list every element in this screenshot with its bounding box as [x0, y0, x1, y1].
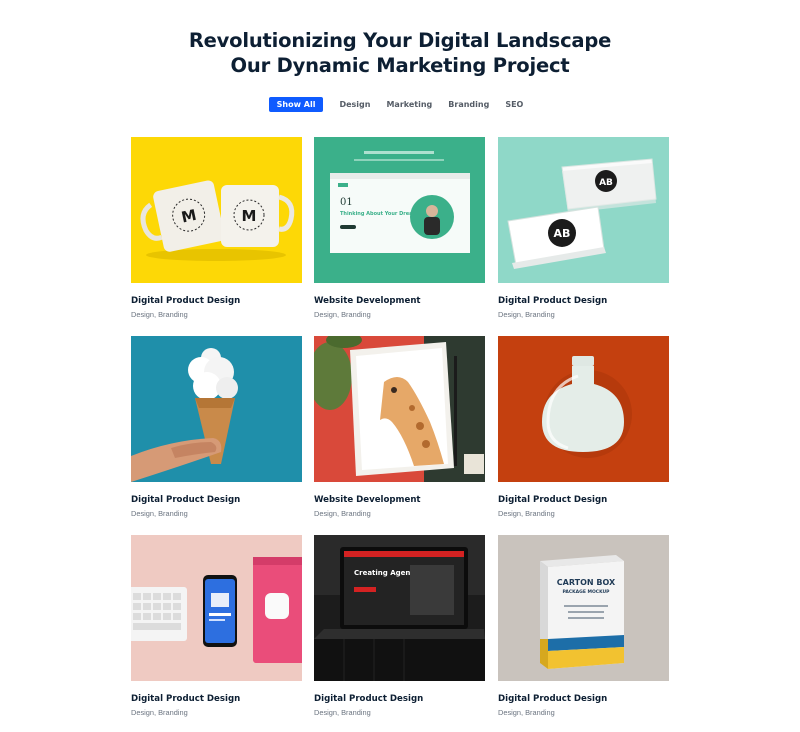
- project-thumbnail[interactable]: [131, 535, 302, 681]
- filter-tabs: Show All Design Marketing Branding SEO: [0, 97, 800, 112]
- project-tags: Design, Branding: [131, 708, 188, 717]
- project-title[interactable]: Digital Product Design: [131, 693, 302, 705]
- filter-branding[interactable]: Branding: [440, 97, 497, 112]
- project-card[interactable]: AB AB Digital Product Design Design, Bra…: [498, 137, 669, 320]
- project-card[interactable]: Digital Product Design Design, Branding: [131, 535, 302, 718]
- box-title: CARTON BOX: [557, 578, 616, 587]
- portfolio-page: Revolutionizing Your Digital Landscape O…: [0, 0, 800, 732]
- project-tags: Design, Branding: [314, 708, 371, 717]
- project-title[interactable]: Digital Product Design: [131, 494, 302, 506]
- laptop-image: Creating Agency Based: [314, 535, 485, 681]
- card-logo: AB: [599, 178, 613, 188]
- project-thumbnail[interactable]: [131, 336, 302, 482]
- cloud-cone-image: [131, 336, 302, 482]
- filter-seo[interactable]: SEO: [497, 97, 531, 112]
- project-tags: Design, Branding: [131, 310, 188, 319]
- project-tags: Design, Branding: [314, 310, 371, 319]
- project-title[interactable]: Digital Product Design: [498, 693, 669, 705]
- project-thumbnail[interactable]: AB AB: [498, 137, 669, 283]
- project-title[interactable]: Digital Product Design: [498, 295, 669, 307]
- white-bottle-image: [498, 336, 669, 482]
- page-title: Revolutionizing Your Digital Landscape O…: [0, 28, 800, 78]
- project-thumbnail[interactable]: Creating Agency Based: [314, 535, 485, 681]
- website-mockup-image: 01 Thinking About Your Dreams?: [314, 137, 485, 283]
- project-card[interactable]: 01 Thinking About Your Dreams? Website D…: [314, 137, 485, 320]
- project-thumbnail[interactable]: [314, 336, 485, 482]
- project-thumbnail[interactable]: [498, 336, 669, 482]
- project-thumbnail[interactable]: CARTON BOX PACKAGE MOCKUP: [498, 535, 669, 681]
- giraffe-illustration-image: [314, 336, 485, 482]
- project-card[interactable]: CARTON BOX PACKAGE MOCKUP Digital Produc…: [498, 535, 669, 718]
- keyboard-phone-image: [131, 535, 302, 681]
- project-card[interactable]: Digital Product Design Design, Branding: [498, 336, 669, 519]
- filter-marketing[interactable]: Marketing: [378, 97, 440, 112]
- project-title[interactable]: Website Development: [314, 295, 485, 307]
- box-subtitle: PACKAGE MOCKUP: [563, 589, 611, 595]
- project-card[interactable]: M M Digital Product Design Design, Brand…: [131, 137, 302, 320]
- website-number: 01: [340, 197, 353, 208]
- project-tags: Design, Branding: [131, 509, 188, 518]
- project-card[interactable]: Website Development Design, Branding: [314, 336, 485, 519]
- card-logo: AB: [554, 227, 571, 240]
- mugs-image: M M: [131, 137, 302, 283]
- carton-box-image: CARTON BOX PACKAGE MOCKUP: [498, 535, 669, 681]
- project-thumbnail[interactable]: 01 Thinking About Your Dreams?: [314, 137, 485, 283]
- filter-design[interactable]: Design: [331, 97, 378, 112]
- project-title[interactable]: Website Development: [314, 494, 485, 506]
- project-tags: Design, Branding: [498, 509, 555, 518]
- mug-letter: M: [242, 207, 257, 225]
- filter-show-all[interactable]: Show All: [268, 97, 324, 112]
- project-tags: Design, Branding: [314, 509, 371, 518]
- project-title[interactable]: Digital Product Design: [498, 494, 669, 506]
- project-thumbnail[interactable]: M M: [131, 137, 302, 283]
- project-tags: Design, Branding: [498, 310, 555, 319]
- page-title-line-1: Revolutionizing Your Digital Landscape: [188, 29, 612, 52]
- project-title[interactable]: Digital Product Design: [131, 295, 302, 307]
- project-card[interactable]: Creating Agency Based Digital Product De…: [314, 535, 485, 718]
- project-title[interactable]: Digital Product Design: [314, 693, 485, 705]
- project-card[interactable]: Digital Product Design Design, Branding: [131, 336, 302, 519]
- page-title-line-2: Our Dynamic Marketing Project: [230, 54, 570, 77]
- business-cards-image: AB AB: [498, 137, 669, 283]
- project-tags: Design, Branding: [498, 708, 555, 717]
